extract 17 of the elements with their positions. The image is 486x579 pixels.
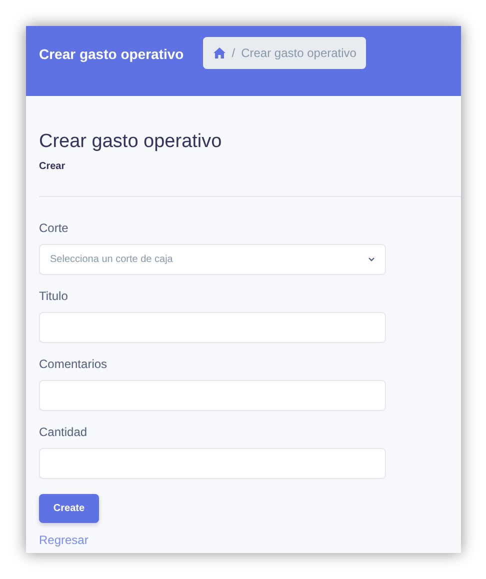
field-label: Titulo [39, 288, 69, 305]
create-button[interactable]: Create [39, 494, 99, 523]
select-field[interactable]: Selecciona un corte de caja [39, 244, 386, 275]
input-field[interactable] [39, 448, 386, 479]
input-field[interactable] [39, 312, 386, 343]
page-subtitle: Crear [39, 160, 66, 174]
breadcrumb-separator: / [232, 45, 236, 62]
back-link[interactable]: Regresar [39, 533, 88, 548]
breadcrumb-current: Crear gasto operativo [241, 45, 356, 62]
header-title: Crear gasto operativo [39, 45, 184, 64]
field-label: Cantidad [39, 424, 88, 441]
home-icon[interactable] [212, 47, 226, 59]
input-field[interactable] [39, 380, 386, 411]
chevron-down-icon [368, 257, 375, 262]
field-label: Corte [39, 220, 70, 237]
page-title: Crear gasto operativo [39, 130, 223, 154]
field-label: Comentarios [39, 356, 108, 373]
